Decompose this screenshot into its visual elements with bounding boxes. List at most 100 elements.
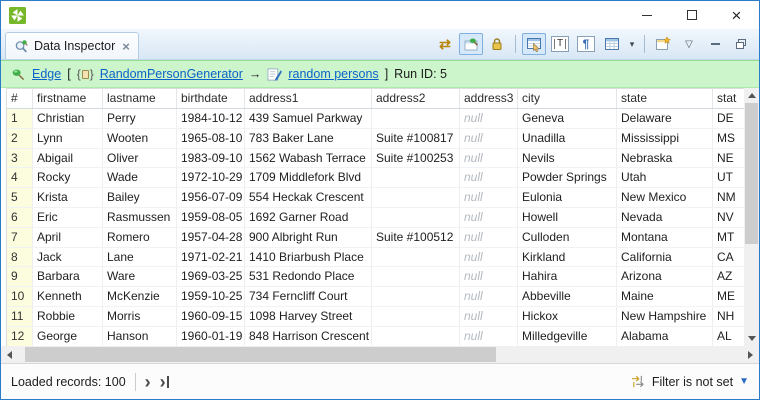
cell-address2[interactable] bbox=[372, 326, 460, 346]
cell-address1[interactable]: 439 Samuel Parkway bbox=[245, 109, 372, 128]
table-row[interactable]: 9 Barbara Ware 1969-03-25 531 Redondo Place n… bbox=[7, 267, 744, 288]
cell-state[interactable]: New Mexico bbox=[617, 188, 713, 207]
scroll-right-button[interactable] bbox=[742, 346, 759, 363]
cell-num[interactable]: 3 bbox=[7, 148, 33, 168]
refresh-button[interactable]: ⇄ bbox=[433, 33, 457, 55]
cell-state-abbr[interactable]: UT bbox=[713, 168, 744, 187]
cell-firstname[interactable]: Abigail bbox=[33, 148, 103, 168]
last-page-button[interactable]: › bbox=[160, 373, 169, 391]
lock-button[interactable] bbox=[485, 33, 509, 55]
cell-address1[interactable]: 1692 Garner Road bbox=[245, 207, 372, 227]
cell-city[interactable]: Hickox bbox=[518, 306, 617, 326]
cell-address2[interactable] bbox=[372, 287, 460, 306]
horizontal-scrollbar[interactable] bbox=[1, 346, 759, 363]
cell-state[interactable]: Arizona bbox=[617, 267, 713, 287]
window-close-button[interactable]: × bbox=[714, 1, 759, 29]
cell-firstname[interactable]: Christian bbox=[33, 109, 103, 128]
cell-state-abbr[interactable]: ME bbox=[713, 287, 744, 306]
cell-birthdate[interactable]: 1959-08-05 bbox=[177, 207, 245, 227]
vertical-scroll-thumb[interactable] bbox=[745, 103, 758, 245]
cell-city[interactable]: Nevils bbox=[518, 148, 617, 168]
tab-close-icon[interactable]: × bbox=[120, 39, 130, 54]
cell-lastname[interactable]: Rasmussen bbox=[103, 207, 177, 227]
window-maximize-button[interactable] bbox=[669, 1, 714, 29]
column-header-birthdate[interactable]: birthdate bbox=[177, 89, 245, 108]
cell-address3[interactable]: null bbox=[460, 168, 518, 188]
cell-address1[interactable]: 1709 Middlefork Blvd bbox=[245, 168, 372, 188]
cell-address1[interactable]: 1562 Wabash Terrace bbox=[245, 148, 372, 168]
cell-address2[interactable] bbox=[372, 267, 460, 287]
cell-num[interactable]: 7 bbox=[7, 227, 33, 247]
cell-city[interactable]: Milledgeville bbox=[518, 326, 617, 346]
cell-state-abbr[interactable]: MT bbox=[713, 228, 744, 247]
cell-state-abbr[interactable]: MS bbox=[713, 129, 744, 148]
cell-birthdate[interactable]: 1960-09-15 bbox=[177, 306, 245, 326]
cell-city[interactable]: Culloden bbox=[518, 227, 617, 247]
cell-city[interactable]: Abbeville bbox=[518, 287, 617, 306]
cell-lastname[interactable]: Morris bbox=[103, 306, 177, 326]
new-view-button[interactable] bbox=[651, 33, 675, 55]
cell-address3[interactable]: null bbox=[460, 128, 518, 148]
table-row[interactable]: 6 Eric Rasmussen 1959-08-05 1692 Garner Road… bbox=[7, 207, 744, 228]
cell-num[interactable]: 6 bbox=[7, 207, 33, 227]
column-header-city[interactable]: city bbox=[518, 89, 617, 108]
cell-firstname[interactable]: George bbox=[33, 326, 103, 346]
cell-address3[interactable]: null bbox=[460, 109, 518, 128]
cell-state[interactable]: Utah bbox=[617, 168, 713, 188]
cell-address2[interactable]: Suite #100253 bbox=[372, 148, 460, 168]
cell-birthdate[interactable]: 1960-01-19 bbox=[177, 326, 245, 346]
cell-birthdate[interactable]: 1956-07-09 bbox=[177, 188, 245, 207]
cell-lastname[interactable]: Lane bbox=[103, 247, 177, 267]
cell-birthdate[interactable]: 1957-04-28 bbox=[177, 227, 245, 247]
cell-birthdate[interactable]: 1969-03-25 bbox=[177, 267, 245, 287]
column-header-address3[interactable]: address3 bbox=[460, 89, 518, 108]
cell-address1[interactable]: 531 Redondo Place bbox=[245, 267, 372, 287]
grid-mode-button[interactable] bbox=[522, 33, 546, 55]
cell-state[interactable]: Mississippi bbox=[617, 128, 713, 148]
cell-address2[interactable] bbox=[372, 306, 460, 326]
column-header-state-abbr[interactable]: stat bbox=[713, 89, 744, 108]
cell-firstname[interactable]: Jack bbox=[33, 247, 103, 267]
cell-num[interactable]: 8 bbox=[7, 247, 33, 267]
cell-state-abbr[interactable]: AL bbox=[713, 327, 744, 346]
restore-view-button[interactable] bbox=[729, 33, 753, 55]
cell-firstname[interactable]: April bbox=[33, 227, 103, 247]
cell-address3[interactable]: null bbox=[460, 207, 518, 227]
cell-address2[interactable] bbox=[372, 109, 460, 128]
cell-address1[interactable]: 900 Albright Run bbox=[245, 227, 372, 247]
cell-address1[interactable]: 554 Heckak Crescent bbox=[245, 188, 372, 207]
cell-city[interactable]: Hahira bbox=[518, 267, 617, 287]
cell-state-abbr[interactable]: NE bbox=[713, 149, 744, 168]
cell-address3[interactable]: null bbox=[460, 247, 518, 267]
cell-num[interactable]: 4 bbox=[7, 168, 33, 188]
filter-dropdown-icon[interactable]: ▼ bbox=[739, 376, 749, 387]
cell-state-abbr[interactable]: NH bbox=[713, 307, 744, 326]
table-row[interactable]: 4 Rocky Wade 1972-10-29 1709 Middlefork Blvd… bbox=[7, 168, 744, 189]
scroll-left-button[interactable] bbox=[1, 346, 18, 363]
column-header-lastname[interactable]: lastname bbox=[103, 89, 177, 108]
minimize-view-button[interactable] bbox=[703, 33, 727, 55]
cell-lastname[interactable]: Ware bbox=[103, 267, 177, 287]
cell-state-abbr[interactable]: CA bbox=[713, 248, 744, 267]
cell-address1[interactable]: 783 Baker Lane bbox=[245, 128, 372, 148]
cell-num[interactable]: 10 bbox=[7, 287, 33, 306]
source-component-link[interactable]: RandomPersonGenerator bbox=[100, 67, 243, 81]
column-header-firstname[interactable]: firstname bbox=[33, 89, 103, 108]
cell-firstname[interactable]: Rocky bbox=[33, 168, 103, 188]
table-row[interactable]: 10 Kenneth McKenzie 1959-10-25 734 Ferncliff… bbox=[7, 287, 744, 307]
cell-address2[interactable]: Suite #100512 bbox=[372, 227, 460, 247]
cell-firstname[interactable]: Krista bbox=[33, 188, 103, 207]
cell-city[interactable]: Kirkland bbox=[518, 247, 617, 267]
cell-state[interactable]: Delaware bbox=[617, 109, 713, 128]
column-header-address2[interactable]: address2 bbox=[372, 89, 460, 108]
cell-state-abbr[interactable]: NV bbox=[713, 208, 744, 227]
cell-lastname[interactable]: Hanson bbox=[103, 326, 177, 346]
table-row[interactable]: 7 April Romero 1957-04-28 900 Albright Run Su… bbox=[7, 227, 744, 248]
cell-address1[interactable]: 1410 Briarbush Place bbox=[245, 247, 372, 267]
cell-num[interactable]: 9 bbox=[7, 267, 33, 287]
cell-address2[interactable] bbox=[372, 168, 460, 188]
cell-state[interactable]: New Hampshire bbox=[617, 306, 713, 326]
cell-lastname[interactable]: Wooten bbox=[103, 128, 177, 148]
table-layout-menu-button[interactable]: ▾ bbox=[626, 33, 638, 55]
cell-state-abbr[interactable]: DE bbox=[713, 109, 744, 128]
